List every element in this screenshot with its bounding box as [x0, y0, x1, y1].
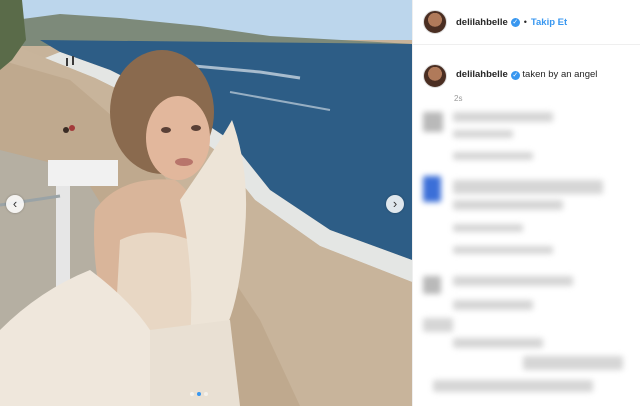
- comment-avatar: [423, 318, 453, 332]
- comment-text: [453, 276, 573, 286]
- separator-dot: •: [523, 17, 527, 27]
- comment-text: [453, 338, 543, 348]
- beach-photo: [0, 0, 412, 406]
- comment-avatar: [423, 112, 443, 132]
- caption-row: delilahbelle ✓ taken by an angel: [413, 45, 640, 88]
- avatar[interactable]: [423, 10, 447, 34]
- caption-body: taken by an angel: [522, 69, 598, 80]
- comment-text: [523, 356, 623, 370]
- comment-text: [453, 200, 563, 210]
- comment-text: [453, 130, 513, 138]
- chevron-right-icon: ›: [392, 196, 398, 211]
- comment-text: [453, 246, 553, 254]
- comment-text: [453, 112, 553, 122]
- chevron-left-icon: ‹: [12, 196, 18, 211]
- carousel-dot: [190, 392, 194, 396]
- header-username[interactable]: delilahbelle: [456, 17, 508, 28]
- comment-avatar: [423, 276, 441, 294]
- verified-badge-icon: ✓: [510, 71, 520, 80]
- comment-text: [433, 380, 593, 392]
- caption-avatar[interactable]: [423, 64, 447, 88]
- post-photo[interactable]: ‹ ›: [0, 0, 412, 406]
- carousel-next-button[interactable]: ›: [386, 195, 404, 213]
- post-side-panel: delilahbelle ✓ • Takip Et delilahbelle ✓ …: [412, 0, 640, 406]
- comment-text: [453, 152, 533, 160]
- follow-button[interactable]: Takip Et: [531, 17, 567, 28]
- comment-avatar: [423, 176, 441, 202]
- caption-text: delilahbelle ✓ taken by an angel: [456, 64, 597, 86]
- carousel-indicator: [190, 392, 208, 396]
- comment-text: [453, 180, 603, 194]
- comment-text: [453, 300, 533, 310]
- carousel-dot: [204, 392, 208, 396]
- carousel-prev-button[interactable]: ‹: [6, 195, 24, 213]
- carousel-dot-active: [197, 392, 201, 396]
- caption-username[interactable]: delilahbelle: [456, 69, 508, 80]
- comment-text: [453, 224, 523, 232]
- post-time: 2s: [454, 94, 463, 103]
- post-header: delilahbelle ✓ • Takip Et: [413, 0, 640, 45]
- verified-badge-icon: ✓: [510, 17, 520, 27]
